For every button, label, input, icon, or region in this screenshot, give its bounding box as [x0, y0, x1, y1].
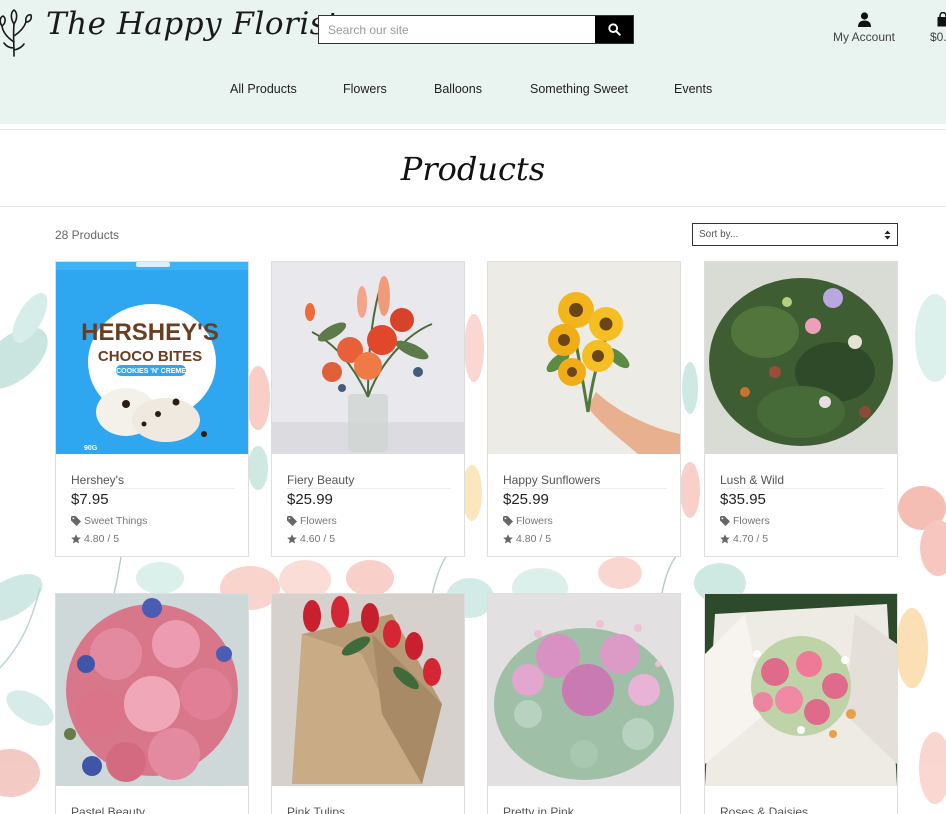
product-rating-value: 4.60 / 5	[300, 533, 336, 545]
product-name[interactable]: Roses & Daisies	[720, 805, 808, 814]
product-category-label: Flowers	[300, 515, 337, 527]
star-icon	[720, 534, 730, 544]
tag-icon	[71, 516, 81, 526]
product-price: $7.95	[71, 491, 109, 508]
search-input[interactable]	[319, 16, 595, 43]
product-category[interactable]: Flowers	[503, 515, 553, 527]
product-card[interactable]: Lush & Wild $35.95 Flowers 4.70 / 5	[704, 261, 898, 557]
product-name[interactable]: Fiery Beauty	[287, 473, 354, 487]
shopping-bag-icon	[937, 12, 946, 27]
main-nav: All Products Flowers Balloons Something …	[0, 82, 946, 98]
star-icon	[71, 534, 81, 544]
divider	[720, 488, 884, 489]
pack-weight: 90G	[84, 445, 98, 452]
product-count: 28 Products	[55, 228, 120, 242]
tag-icon	[720, 516, 730, 526]
product-card[interactable]: Pink Tulips	[271, 593, 465, 814]
pack-brand: HERSHEY'S	[81, 319, 219, 346]
search-bar	[318, 15, 634, 44]
product-name[interactable]: Happy Sunflowers	[503, 473, 600, 487]
sort-select-value: Sort by...	[699, 229, 739, 240]
star-icon	[503, 534, 513, 544]
product-price: $35.95	[720, 491, 766, 508]
product-listing: 28 Products Sort by... HERSHEY'S CHOCO B…	[0, 208, 946, 814]
search-button[interactable]	[595, 16, 633, 43]
product-card[interactable]: Fiery Beauty $25.99 Flowers 4.60 / 5	[271, 261, 465, 557]
star-icon	[287, 534, 297, 544]
product-name[interactable]: Pastel Beauty	[71, 805, 145, 814]
product-rating-value: 4.80 / 5	[516, 533, 552, 545]
tag-icon	[503, 516, 513, 526]
brand-name[interactable]: The Happy Florist	[46, 6, 339, 42]
product-name[interactable]: Pink Tulips	[287, 805, 345, 814]
nav-something-sweet[interactable]: Something Sweet	[530, 82, 628, 96]
divider	[71, 488, 235, 489]
product-card[interactable]: Roses & Daisies	[704, 593, 898, 814]
product-image[interactable]	[56, 594, 248, 786]
product-card[interactable]: Pretty in Pink	[487, 593, 681, 814]
shopping-bag-link[interactable]: $0.	[930, 12, 946, 44]
product-rating: 4.60 / 5	[287, 533, 335, 545]
divider	[287, 488, 451, 489]
product-rating-value: 4.70 / 5	[733, 533, 769, 545]
product-image[interactable]	[488, 262, 680, 454]
my-account-link[interactable]: My Account	[828, 12, 900, 44]
nav-all-products[interactable]: All Products	[230, 82, 297, 96]
product-image[interactable]	[705, 594, 897, 786]
product-name[interactable]: Hershey's	[71, 473, 124, 487]
product-rating: 4.80 / 5	[71, 533, 119, 545]
user-icon	[857, 12, 871, 27]
product-category[interactable]: Flowers	[720, 515, 770, 527]
sort-select[interactable]: Sort by...	[692, 223, 898, 246]
divider	[503, 488, 667, 489]
product-card[interactable]: HERSHEY'S CHOCO BITES COOKIES 'N' CREME …	[55, 261, 249, 557]
product-price: $25.99	[503, 491, 549, 508]
product-image[interactable]	[705, 262, 897, 454]
nav-events[interactable]: Events	[674, 82, 712, 96]
pack-flavor: COOKIES 'N' CREME	[116, 368, 186, 375]
nav-balloons[interactable]: Balloons	[434, 82, 482, 96]
product-price: $25.99	[287, 491, 333, 508]
tag-icon	[287, 516, 297, 526]
page-title-band: Products	[0, 129, 946, 207]
nav-flowers[interactable]: Flowers	[343, 82, 387, 96]
product-category-label: Sweet Things	[84, 515, 148, 527]
my-account-label: My Account	[832, 30, 896, 44]
product-image[interactable]: HERSHEY'S CHOCO BITES COOKIES 'N' CREME …	[56, 262, 248, 454]
product-rating: 4.70 / 5	[720, 533, 768, 545]
product-rating-value: 4.80 / 5	[84, 533, 120, 545]
bag-total: $0.	[930, 30, 946, 44]
product-image[interactable]	[272, 594, 464, 786]
pack-product: CHOCO BITES	[98, 348, 202, 365]
product-category-label: Flowers	[733, 515, 770, 527]
select-arrows-icon	[884, 230, 891, 239]
product-card[interactable]: Happy Sunflowers $25.99 Flowers 4.80 / 5	[487, 261, 681, 557]
search-icon	[607, 23, 621, 36]
product-image[interactable]	[272, 262, 464, 454]
product-name[interactable]: Pretty in Pink	[503, 805, 574, 814]
product-card[interactable]: Pastel Beauty	[55, 593, 249, 814]
product-category-label: Flowers	[516, 515, 553, 527]
page-title: Products	[400, 150, 546, 188]
product-name[interactable]: Lush & Wild	[720, 473, 784, 487]
product-image[interactable]	[488, 594, 680, 786]
product-category[interactable]: Sweet Things	[71, 515, 147, 527]
site-header: The Happy Florist My Account $0. All Pro…	[0, 0, 946, 124]
product-category[interactable]: Flowers	[287, 515, 337, 527]
flower-logo-icon[interactable]	[0, 6, 34, 58]
product-rating: 4.80 / 5	[503, 533, 551, 545]
